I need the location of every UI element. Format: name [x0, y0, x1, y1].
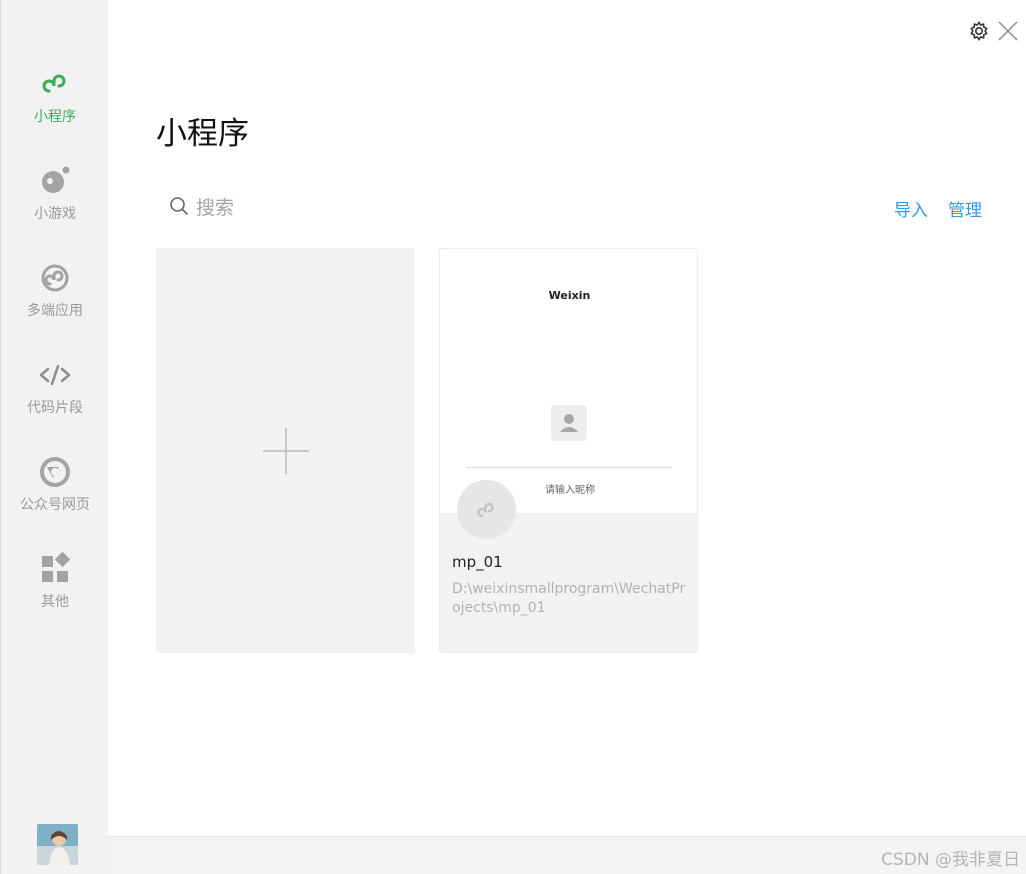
project-path: D:\weixinsmallprogram\WechatProjects\mp_…	[452, 581, 686, 616]
window-controls	[968, 20, 1020, 46]
gear-icon[interactable]	[968, 20, 990, 46]
sidebar-item-game[interactable]: 小游戏	[1, 163, 109, 223]
sidebar-item-label: 小程序	[34, 109, 76, 125]
toolbar-actions: 导入 管理	[894, 196, 982, 221]
import-link[interactable]: 导入	[894, 196, 928, 221]
divider	[466, 467, 672, 468]
manage-link[interactable]: 管理	[948, 196, 982, 221]
page-title: 小程序	[156, 116, 249, 152]
sidebar-item-label: 公众号网页	[20, 497, 90, 513]
footer-bar: CSDN @我非夏日	[108, 836, 1026, 874]
project-name: mp_01	[452, 553, 503, 571]
user-placeholder-icon	[551, 405, 587, 441]
code-icon	[37, 357, 73, 393]
plus-icon	[261, 426, 311, 476]
preview-title: Weixin	[548, 289, 591, 302]
search-icon	[168, 195, 190, 221]
avatar[interactable]	[37, 824, 78, 865]
other-grid-icon	[37, 551, 73, 587]
sidebar-item-label: 多端应用	[27, 303, 83, 319]
create-project-card[interactable]	[156, 248, 415, 653]
sidebar-item-code[interactable]: 代码片段	[1, 357, 109, 417]
sidebar-item-label: 其他	[41, 594, 69, 610]
sidebar-item-official-account[interactable]: 公众号网页	[1, 454, 109, 514]
multi-platform-icon	[37, 260, 73, 296]
project-card[interactable]: Weixin 请输入昵称 mp_01 D:\weixinsmallprogram…	[439, 248, 698, 653]
project-logo-icon	[457, 480, 516, 539]
watermark: CSDN @我非夏日	[881, 850, 1020, 870]
preview-nickname-hint: 请输入昵称	[545, 485, 595, 496]
official-account-icon	[37, 454, 73, 490]
sidebar-item-multi-platform[interactable]: 多端应用	[1, 260, 109, 320]
sidebar-item-other[interactable]: 其他	[1, 551, 109, 611]
search-input[interactable]	[196, 197, 456, 219]
project-preview: Weixin 请输入昵称	[440, 249, 697, 513]
game-icon	[37, 163, 73, 199]
sidebar: 小程序 小游戏 多端应用 代码片段 公众号网页 其他	[0, 0, 108, 874]
sidebar-item-label: 代码片段	[27, 400, 83, 416]
sidebar-item-miniprogram[interactable]: 小程序	[1, 66, 109, 126]
search-bar[interactable]	[168, 193, 488, 223]
miniprogram-link-icon	[37, 66, 73, 102]
sidebar-item-label: 小游戏	[34, 206, 76, 222]
close-icon[interactable]	[996, 19, 1020, 47]
